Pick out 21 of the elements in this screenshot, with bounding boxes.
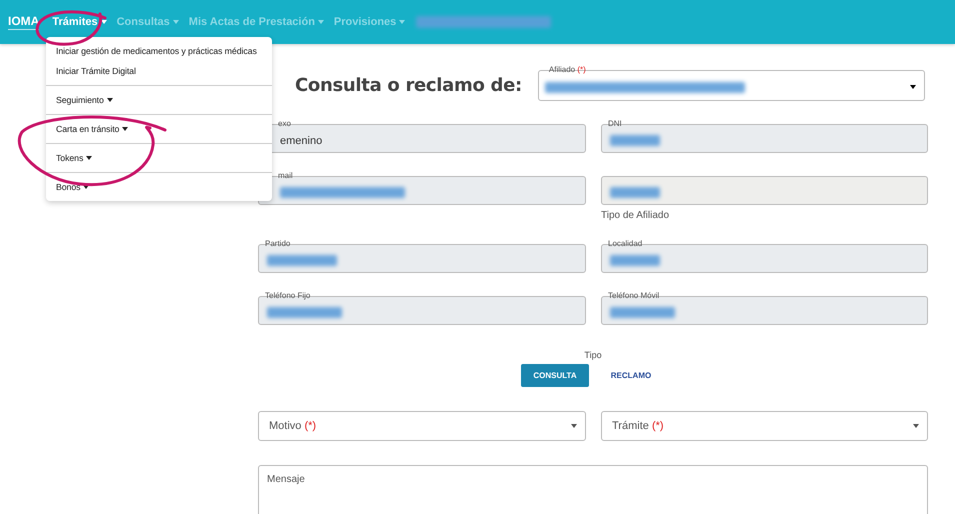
caret-icon: [172, 20, 179, 24]
caret-icon: [318, 20, 324, 24]
logo: IOMA: [8, 14, 40, 30]
dropdown-item[interactable]: Iniciar Trámite Digital: [46, 61, 272, 81]
field-hint: Tipo de Afiliado: [601, 210, 670, 221]
dropdown-item[interactable]: Seguimiento: [46, 90, 272, 110]
page-title: Consulta o reclamo de:: [295, 75, 522, 96]
caret-icon: [913, 424, 919, 428]
dropdown-item[interactable]: Iniciar gestión de medicamentos y prácticas médicas: [46, 41, 272, 61]
caret-icon: [399, 20, 406, 24]
select-field[interactable]: Trámite (*): [601, 411, 928, 441]
type-toggle-button[interactable]: RECLAMO: [597, 364, 665, 387]
type-label: Tipo: [584, 350, 602, 360]
select-field[interactable]: Motivo (*): [258, 411, 586, 441]
type-toggle-button[interactable]: CONSULTA: [521, 364, 589, 387]
caret-icon: [100, 20, 107, 24]
field-value: emenino: [279, 134, 322, 146]
caret-icon: [571, 424, 577, 428]
caret-icon: [910, 85, 916, 89]
message-field[interactable]: Mensaje: [258, 465, 928, 514]
readonly-field[interactable]: [601, 176, 928, 205]
